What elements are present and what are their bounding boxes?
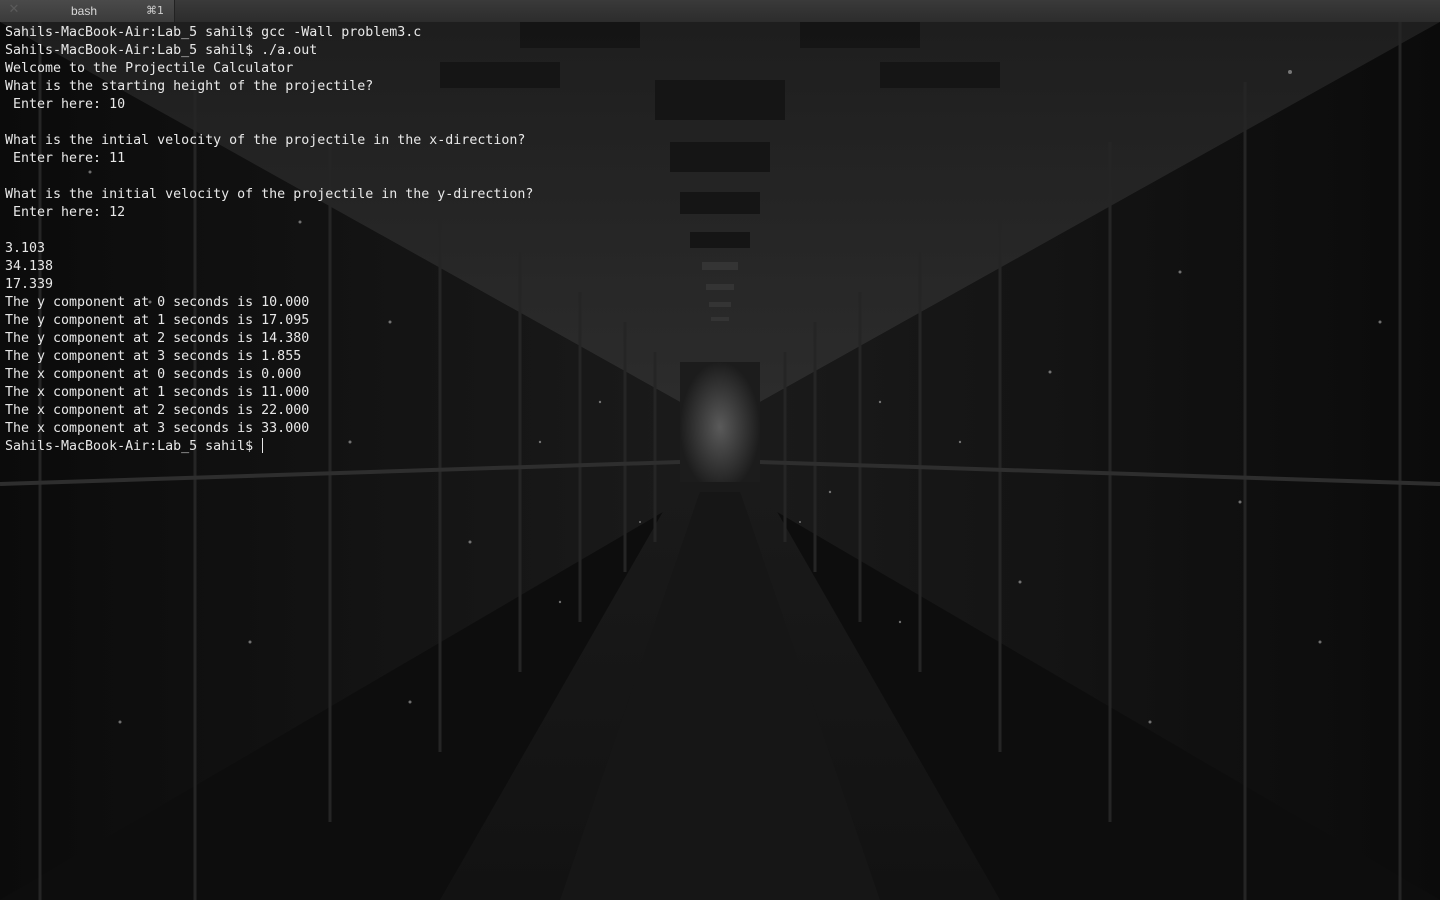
terminal-line: Enter here: 12 bbox=[5, 205, 126, 220]
terminal-line: Sahils-MacBook-Air:Lab_5 sahil$ ./a.out bbox=[5, 43, 318, 58]
tab-title: bash bbox=[70, 4, 98, 18]
terminal-line: 34.138 bbox=[5, 259, 54, 274]
terminal-line: The y component at 3 seconds is 1.855 bbox=[5, 349, 302, 364]
terminal-line: The y component at 2 seconds is 14.380 bbox=[5, 331, 310, 346]
terminal-line: What is the intial velocity of the proje… bbox=[5, 133, 526, 148]
terminal-output[interactable]: Sahils-MacBook-Air:Lab_5 sahil$ gcc -Wal… bbox=[5, 24, 1425, 884]
terminal-line: The x component at 3 seconds is 33.000 bbox=[5, 421, 310, 436]
terminal-line: What is the initial velocity of the proj… bbox=[5, 187, 534, 202]
tab-shortcut: ⌘1 bbox=[146, 4, 164, 17]
prompt-line[interactable]: Sahils-MacBook-Air:Lab_5 sahil$ bbox=[5, 438, 1425, 456]
close-icon[interactable]: ✕ bbox=[8, 3, 20, 17]
shell-prompt: Sahils-MacBook-Air:Lab_5 sahil$ bbox=[5, 439, 262, 454]
terminal-line: The x component at 0 seconds is 0.000 bbox=[5, 367, 302, 382]
tab-bash[interactable]: ✕ bash ⌘1 bbox=[0, 0, 175, 22]
terminal-line: Welcome to the Projectile Calculator bbox=[5, 61, 294, 76]
terminal-line: What is the starting height of the proje… bbox=[5, 79, 374, 94]
terminal-line: 3.103 bbox=[5, 241, 46, 256]
terminal-line: 17.339 bbox=[5, 277, 54, 292]
terminal-line: The x component at 2 seconds is 22.000 bbox=[5, 403, 310, 418]
terminal-line: The y component at 0 seconds is 10.000 bbox=[5, 295, 310, 310]
text-cursor bbox=[262, 438, 264, 453]
terminal-line: Sahils-MacBook-Air:Lab_5 sahil$ gcc -Wal… bbox=[5, 25, 422, 40]
terminal-line: The x component at 1 seconds is 11.000 bbox=[5, 385, 310, 400]
tab-bar: ✕ bash ⌘1 bbox=[0, 0, 1440, 23]
terminal-window: ✕ bash ⌘1 Sahils-MacBook-Air:Lab_5 sahil… bbox=[0, 0, 1440, 900]
terminal-line: Enter here: 11 bbox=[5, 151, 126, 166]
terminal-line: Enter here: 10 bbox=[5, 97, 126, 112]
terminal-line: The y component at 1 seconds is 17.095 bbox=[5, 313, 310, 328]
